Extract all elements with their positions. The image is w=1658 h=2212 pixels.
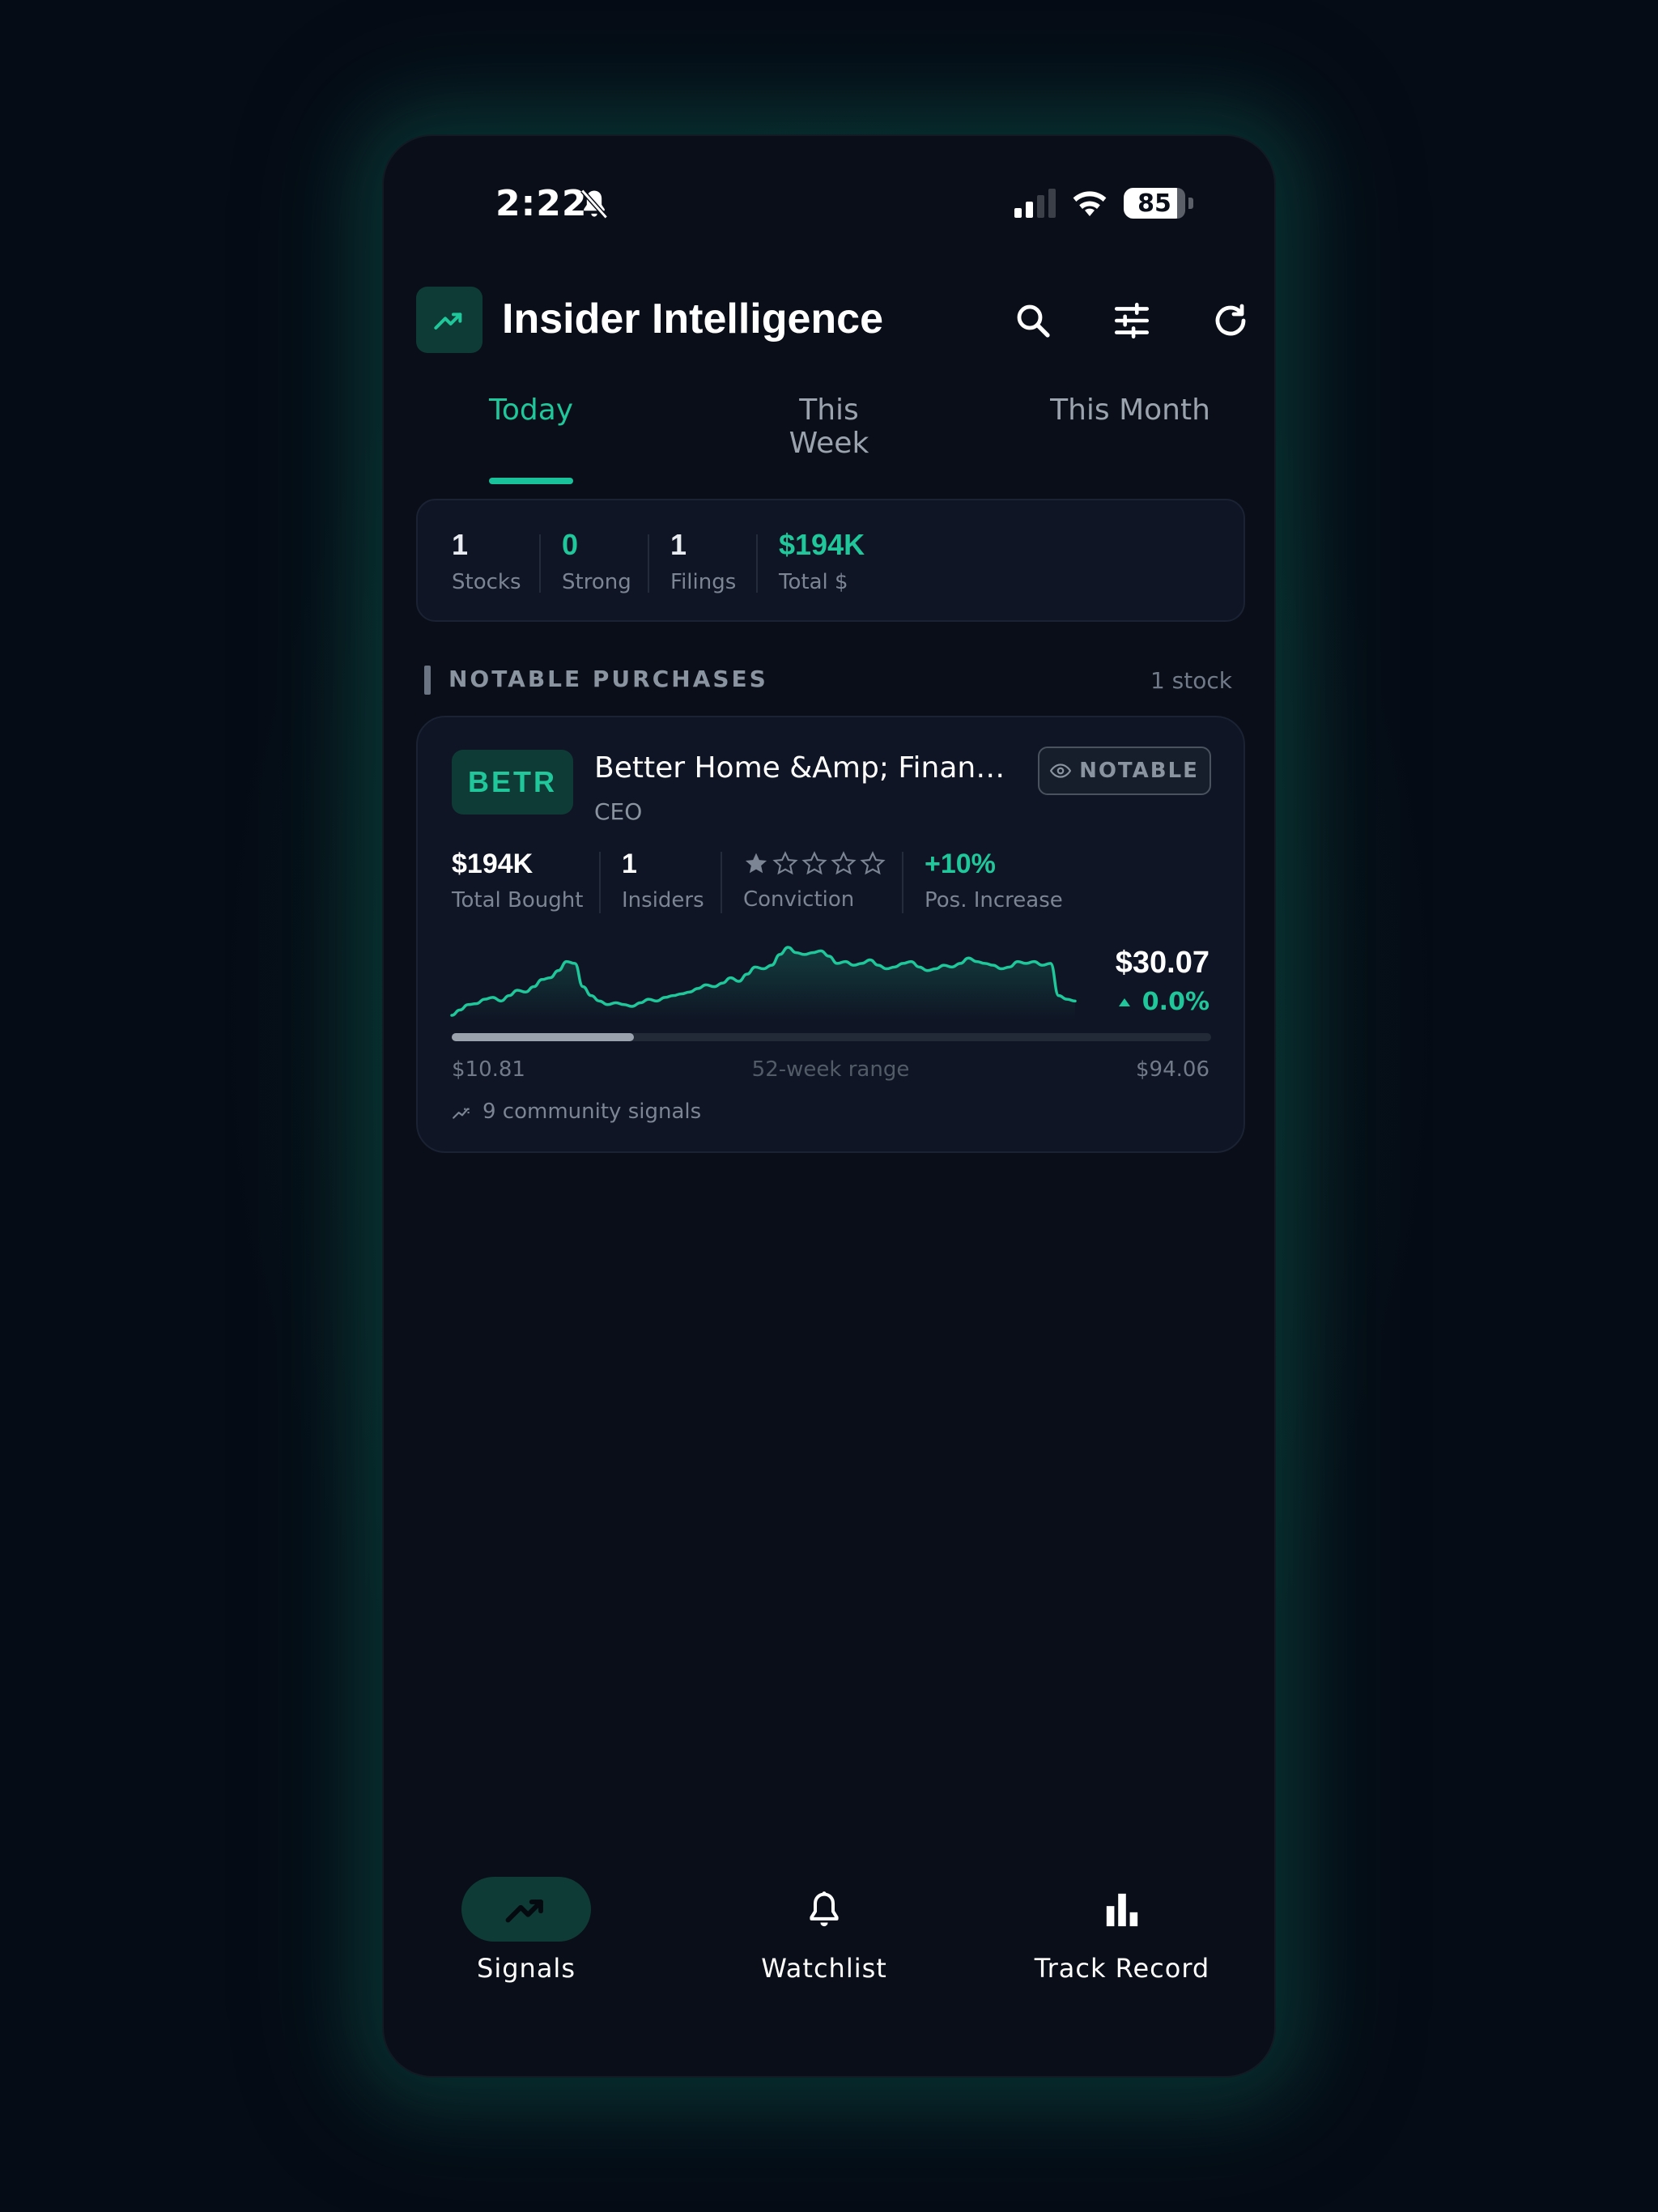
- search-button[interactable]: [1007, 295, 1059, 347]
- star-empty-icon: [801, 851, 827, 875]
- cellular-signal-icon: [1014, 189, 1056, 218]
- total-bought-value: $194K: [452, 849, 534, 879]
- active-tab-indicator: [489, 478, 573, 484]
- nav-track-record-label: Track Record: [1034, 1953, 1210, 1984]
- price-sparkline: [450, 946, 1077, 1020]
- range-fill: [452, 1033, 635, 1041]
- summary-strong: 0 Strong: [562, 528, 631, 594]
- sliders-icon: [1114, 302, 1150, 339]
- range-high: $94.06: [1136, 1057, 1209, 1082]
- nav-watchlist[interactable]: Watchlist: [703, 1877, 946, 1984]
- notable-badge-label: NOTABLE: [1079, 759, 1199, 783]
- divider: [756, 534, 758, 593]
- conviction-label: Conviction: [743, 887, 855, 912]
- nav-signals-label: Signals: [477, 1953, 576, 1984]
- nav-signals-icon-wrap: [461, 1877, 591, 1942]
- tab-this-month-label: This Month: [1050, 393, 1210, 427]
- sparkline-area: [452, 947, 1075, 1020]
- nav-track-record[interactable]: Track Record: [1001, 1877, 1244, 1984]
- tab-today-label: Today: [489, 393, 574, 427]
- metric-pos-increase: +10% Pos. Increase: [925, 849, 1063, 912]
- filter-button[interactable]: [1106, 295, 1158, 347]
- range-label: 52-week range: [751, 1057, 910, 1082]
- insiders-value: 1: [622, 849, 637, 879]
- phone-frame: 2:22 85 Insider Intelligence Today This …: [382, 134, 1276, 2078]
- status-indicators: 85: [1014, 183, 1193, 223]
- app-logo: [416, 287, 483, 353]
- tab-this-week-label: This Week: [789, 393, 869, 460]
- star-empty-icon: [860, 851, 886, 875]
- insiders-label: Insiders: [622, 888, 704, 912]
- eye-icon: [1050, 764, 1072, 778]
- caret-up-icon: [1118, 998, 1130, 1006]
- summary-stocks-label: Stocks: [452, 570, 521, 594]
- metric-insiders: 1 Insiders: [622, 849, 704, 912]
- tab-today[interactable]: Today: [489, 393, 574, 484]
- wifi-icon: [1073, 191, 1107, 216]
- bell-icon: [810, 1891, 839, 1927]
- status-time: 2:22: [495, 183, 588, 224]
- company-name: Better Home &Amp; Financ...: [594, 751, 1015, 785]
- divider: [721, 852, 722, 913]
- summary-total: $194K Total $: [779, 528, 865, 594]
- bar-chart-icon: [1106, 1893, 1138, 1927]
- price-change: 0.0%: [1118, 988, 1209, 1016]
- divider: [539, 534, 541, 593]
- search-icon: [1017, 304, 1050, 338]
- divider: [648, 534, 649, 593]
- nav-track-record-icon-wrap: [1057, 1877, 1187, 1942]
- app-title: Insider Intelligence: [502, 296, 884, 342]
- section-accent-bar: [424, 666, 431, 695]
- conviction-stars: [743, 849, 886, 879]
- summary-filings-label: Filings: [670, 570, 737, 594]
- community-signals-label: 9 community signals: [483, 1100, 702, 1124]
- current-price: $30.07: [1115, 946, 1209, 980]
- range-track: [452, 1033, 1211, 1041]
- stock-card[interactable]: BETR Better Home &Amp; Financ... CEO NOT…: [416, 716, 1245, 1153]
- battery-level: 85: [1137, 189, 1171, 218]
- trending-up-icon: [434, 313, 462, 330]
- battery-icon: 85: [1124, 188, 1185, 219]
- star-filled-icon: [745, 853, 767, 874]
- pos-increase-value: +10%: [925, 849, 996, 879]
- summary-strong-value: 0: [562, 528, 579, 561]
- metric-conviction: Conviction: [743, 849, 886, 912]
- nav-signals[interactable]: Signals: [405, 1877, 648, 1984]
- star-empty-icon: [831, 851, 857, 875]
- divider: [902, 852, 903, 913]
- star-empty-icon: [772, 851, 798, 875]
- notable-badge[interactable]: NOTABLE: [1038, 747, 1211, 795]
- divider: [599, 852, 601, 913]
- summary-stocks-value: 1: [452, 528, 469, 561]
- section-title: NOTABLE PURCHASES: [449, 666, 768, 692]
- trending-up-icon: [505, 1899, 543, 1923]
- pos-increase-label: Pos. Increase: [925, 888, 1063, 912]
- tab-this-month[interactable]: This Month: [1049, 393, 1211, 474]
- tab-this-week[interactable]: This Week: [756, 393, 902, 474]
- section-count: 1 stock: [1150, 667, 1232, 694]
- summary-filings: 1 Filings: [670, 528, 736, 594]
- nav-watchlist-icon-wrap: [759, 1877, 889, 1942]
- summary-total-label: Total $: [779, 570, 848, 594]
- refresh-icon: [1215, 304, 1246, 336]
- activity-icon: [453, 1108, 470, 1119]
- insider-role: CEO: [594, 798, 643, 825]
- ticker-badge: BETR: [452, 750, 573, 815]
- nav-watchlist-label: Watchlist: [761, 1953, 887, 1984]
- refresh-button[interactable]: [1205, 295, 1256, 347]
- summary-filings-value: 1: [670, 528, 687, 561]
- summary-panel: 1 Stocks 0 Strong 1 Filings $194K Total …: [416, 499, 1245, 622]
- community-signals-link[interactable]: 9 community signals: [452, 1100, 701, 1124]
- summary-strong-label: Strong: [562, 570, 631, 594]
- summary-stocks: 1 Stocks: [452, 528, 521, 594]
- total-bought-label: Total Bought: [452, 888, 584, 912]
- bell-off-icon: [580, 189, 608, 219]
- price-change-value: 0.0%: [1141, 988, 1209, 1016]
- metric-total-bought: $194K Total Bought: [452, 849, 583, 912]
- summary-total-value: $194K: [779, 528, 865, 561]
- period-tabs: Today This Week This Month: [384, 393, 1274, 484]
